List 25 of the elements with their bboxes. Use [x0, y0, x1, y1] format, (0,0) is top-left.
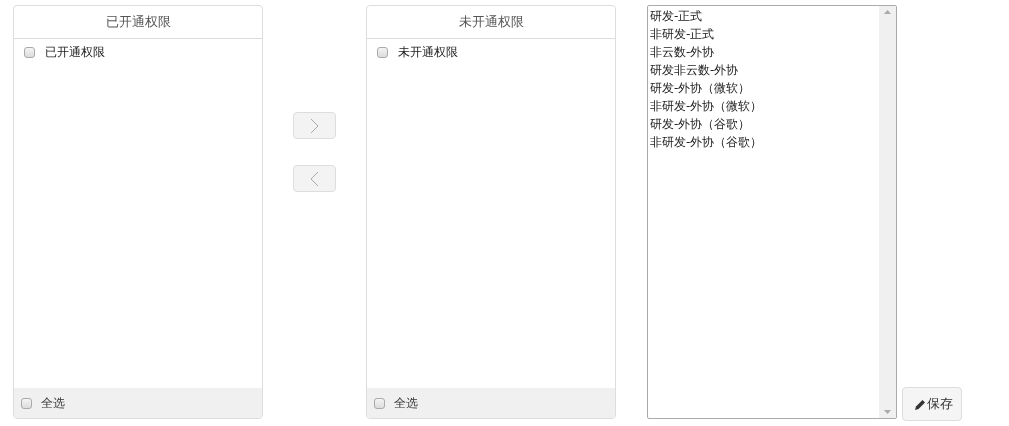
list-option[interactable]: 研发-正式	[650, 7, 877, 25]
list-option[interactable]: 非研发-外协（谷歌）	[650, 133, 877, 151]
checkbox-label: 未开通权限	[398, 43, 458, 61]
list-option[interactable]: 非研发-正式	[650, 25, 877, 43]
list-option[interactable]: 研发-外协（微软）	[650, 79, 877, 97]
save-button[interactable]: 保存	[902, 387, 962, 421]
checkbox-label: 全选	[394, 394, 418, 412]
list-option[interactable]: 非云数-外协	[650, 43, 877, 61]
panel-title: 未开通权限	[367, 6, 615, 39]
chevron-right-icon	[310, 117, 319, 134]
checkbox[interactable]	[377, 46, 388, 58]
checkbox-label: 已开通权限	[45, 43, 105, 61]
list-option[interactable]: 非研发-外协（微软）	[650, 97, 877, 115]
list-option[interactable]: 研发-外协（谷歌）	[650, 115, 877, 133]
panel-title: 已开通权限	[14, 6, 262, 39]
scroll-down-icon[interactable]	[884, 410, 891, 414]
checkbox[interactable]	[374, 397, 385, 409]
chevron-left-icon	[310, 170, 319, 187]
list-option[interactable]: 研发非云数-外协	[650, 61, 877, 79]
scroll-up-icon[interactable]	[884, 10, 891, 14]
scrollbar[interactable]	[879, 6, 896, 418]
checkbox-label: 全选	[41, 394, 65, 412]
pencil-icon	[915, 398, 926, 410]
checkbox[interactable]	[24, 46, 35, 58]
checkbox[interactable]	[21, 397, 32, 409]
